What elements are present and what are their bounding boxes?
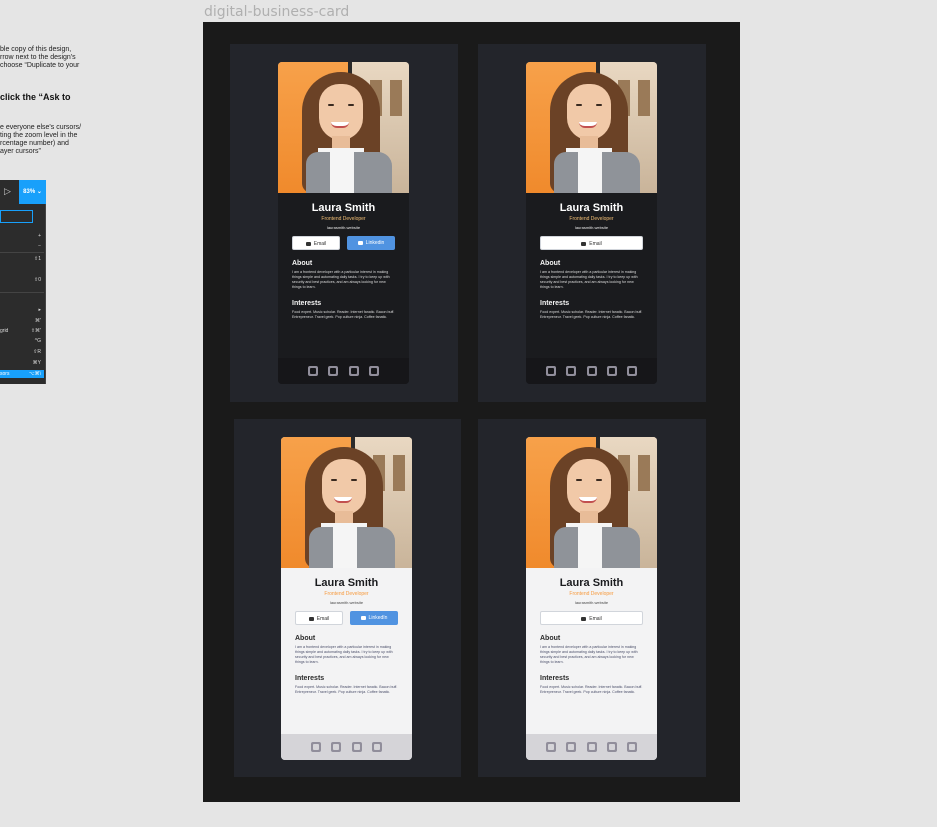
card-name: Laura Smith <box>559 577 624 589</box>
menu-item-zoom-in[interactable]: + <box>0 232 44 240</box>
about-text: I am a frontend developer with a particu… <box>540 645 638 664</box>
linkedin-icon[interactable] <box>607 742 617 752</box>
figma-toolbar: ▷ 83% ⌄ <box>0 180 46 204</box>
linkedin-button[interactable]: LinkedIn <box>350 611 398 625</box>
interests-title: Interests <box>540 300 570 307</box>
twitter-icon[interactable] <box>546 742 556 752</box>
mail-icon <box>305 241 311 246</box>
facebook-icon[interactable] <box>566 742 576 752</box>
facebook-icon[interactable] <box>328 366 338 376</box>
instagram-icon[interactable] <box>349 366 359 376</box>
interests-text: Food expert. Music scholar. Reader. Inte… <box>295 685 398 694</box>
instructions-text: ble copy of this design, rrow next to th… <box>0 46 80 69</box>
profile-photo <box>526 437 657 568</box>
linkedin-button[interactable]: Linkedin <box>347 236 395 250</box>
business-card-light-linkedin[interactable]: Laura Smith Frontend Developer laurasmit… <box>281 437 412 760</box>
menu-item-submenu[interactable]: ▸ <box>0 306 44 314</box>
interests-text: Food expert. Music scholar. Reader. Inte… <box>540 310 643 319</box>
github-icon[interactable] <box>372 742 382 752</box>
about-text: I am a frontend developer with a particu… <box>295 645 393 664</box>
twitter-icon[interactable] <box>311 742 321 752</box>
social-footer <box>278 358 409 384</box>
menu-item-pixel-grid[interactable]: ⌘' <box>0 317 44 325</box>
email-button[interactable]: Email <box>540 236 643 250</box>
card-name: Laura Smith <box>314 577 379 589</box>
github-icon[interactable] <box>627 742 637 752</box>
menu-item-zoom-out[interactable]: − <box>0 242 44 250</box>
social-footer <box>281 734 412 760</box>
profile-photo <box>281 437 412 568</box>
card-name: Laura Smith <box>311 202 376 214</box>
email-button[interactable]: Email <box>540 611 643 625</box>
twitter-icon[interactable] <box>546 366 556 376</box>
instagram-icon[interactable] <box>587 366 597 376</box>
about-text: I am a frontend developer with a particu… <box>292 270 390 289</box>
card-role: Frontend Developer <box>569 591 614 597</box>
business-card-light-email[interactable]: Laura Smith Frontend Developer laurasmit… <box>526 437 657 760</box>
business-card-dark-email[interactable]: Laura Smith Frontend Developer laurasmit… <box>526 62 657 384</box>
twitter-icon[interactable] <box>308 366 318 376</box>
linkedin-icon <box>360 615 366 620</box>
present-icon[interactable]: ▷ <box>4 186 11 197</box>
linkedin-icon[interactable] <box>607 366 617 376</box>
about-title: About <box>292 260 313 267</box>
menu-item-layout-grid[interactable]: grid ⇧⌘' <box>0 327 44 335</box>
email-button[interactable]: Email <box>295 611 343 625</box>
interests-title: Interests <box>540 675 570 682</box>
menu-item-zoom-fit[interactable]: ⇧1 <box>0 255 44 263</box>
menu-item-grids[interactable]: ^G <box>0 337 44 345</box>
interests-title: Interests <box>295 675 325 682</box>
interests-text: Food expert. Music scholar. Reader. Inte… <box>292 310 395 319</box>
interests-text: Food expert. Music scholar. Reader. Inte… <box>540 685 643 694</box>
facebook-icon[interactable] <box>331 742 341 752</box>
mail-icon <box>581 616 587 621</box>
email-button[interactable]: Email <box>292 236 340 250</box>
mail-icon <box>308 616 314 621</box>
card-website[interactable]: laurasmith.website <box>281 600 412 605</box>
card-role: Frontend Developer <box>321 216 366 222</box>
instructions-heading: click the “Ask to <box>0 92 71 102</box>
about-title: About <box>540 635 561 642</box>
github-icon[interactable] <box>369 366 379 376</box>
facebook-icon[interactable] <box>566 366 576 376</box>
menu-item-zoom-100[interactable]: ⇧0 <box>0 276 44 284</box>
card-role: Frontend Developer <box>324 591 369 597</box>
menu-item-multiplayer-cursors[interactable]: sors ⌥⌘\ <box>0 370 44 378</box>
menu-item-rulers[interactable]: ⇧R <box>0 348 44 356</box>
social-footer <box>526 734 657 760</box>
instagram-icon[interactable] <box>587 742 597 752</box>
linkedin-icon <box>357 240 363 245</box>
zoom-dropdown[interactable]: 83% ⌄ <box>19 180 46 204</box>
instagram-icon[interactable] <box>352 742 362 752</box>
card-website[interactable]: laurasmith.website <box>526 600 657 605</box>
instructions-text-2: e everyone else's cursors/ ting the zoom… <box>0 124 82 155</box>
profile-photo <box>526 62 657 193</box>
design-frame[interactable]: Laura Smith Frontend Developer laurasmit… <box>203 22 740 802</box>
card-name: Laura Smith <box>559 202 624 214</box>
interests-title: Interests <box>292 300 322 307</box>
card-role: Frontend Developer <box>569 216 614 222</box>
about-title: About <box>295 635 316 642</box>
profile-photo <box>278 62 409 193</box>
about-text: I am a frontend developer with a particu… <box>540 270 638 289</box>
business-card-dark-linkedin[interactable]: Laura Smith Frontend Developer laurasmit… <box>278 62 409 384</box>
zoom-menu: + − ⇧1 ⇧0 ▸ ⌘' grid ⇧⌘' ^G ⇧R ⌘Y sors ⌥⌘\ <box>0 204 46 384</box>
card-website[interactable]: laurasmith.website <box>526 225 657 230</box>
mail-icon <box>581 241 587 246</box>
zoom-input[interactable] <box>0 210 33 223</box>
menu-item-outlines[interactable]: ⌘Y <box>0 359 44 367</box>
github-icon[interactable] <box>627 366 637 376</box>
about-title: About <box>540 260 561 267</box>
card-website[interactable]: laurasmith.website <box>278 225 409 230</box>
frame-title[interactable]: digital-business-card <box>204 4 349 20</box>
social-footer <box>526 358 657 384</box>
